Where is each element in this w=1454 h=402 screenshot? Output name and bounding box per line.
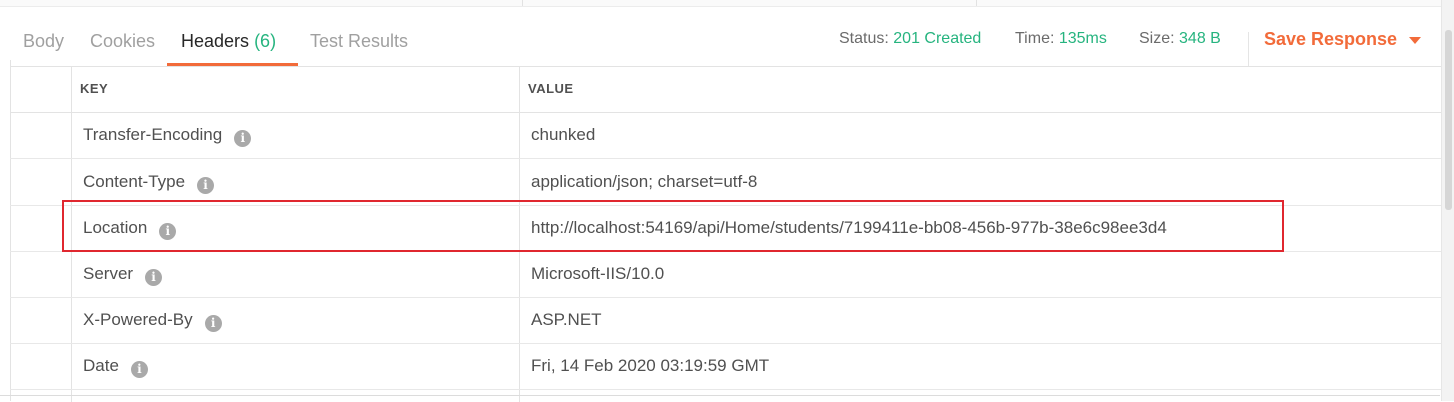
table-row: Location i http://localhost:54169/api/Hom… <box>10 205 1442 252</box>
size-readout: Size: 348 B <box>1139 26 1221 52</box>
column-header-value: VALUE <box>528 81 574 96</box>
header-key: Location i <box>83 205 177 251</box>
toolbar-divider <box>1248 32 1249 66</box>
table-row: Server i Microsoft-IIS/10.0 <box>10 251 1442 298</box>
status-readout: Status: 201 Created <box>839 26 981 52</box>
tab-headers[interactable]: Headers (6) <box>181 28 276 54</box>
response-tabs: Body Cookies Headers (6) Test Results St… <box>0 12 1454 66</box>
info-icon[interactable]: i <box>197 177 215 194</box>
tab-cookies[interactable]: Cookies <box>90 28 155 54</box>
header-value: http://localhost:54169/api/Home/students… <box>531 218 1167 237</box>
time-value[interactable]: 135ms <box>1059 30 1107 47</box>
bottom-divider <box>0 395 1440 396</box>
info-icon[interactable]: i <box>130 361 148 378</box>
header-value: Fri, 14 Feb 2020 03:19:59 GMT <box>531 356 770 375</box>
tab-body[interactable]: Body <box>23 28 64 54</box>
header-value: Microsoft-IIS/10.0 <box>531 264 665 283</box>
save-response-button[interactable]: Save Response <box>1264 24 1422 54</box>
save-response-label: Save Response <box>1264 29 1398 49</box>
table-row: Transfer-Encoding i chunked <box>10 112 1442 159</box>
table-row: X-Powered-By i ASP.NET <box>10 297 1442 344</box>
header-value: application/json; charset=utf-8 <box>531 172 758 191</box>
header-key: X-Powered-By i <box>83 297 222 343</box>
caret-down-icon[interactable] <box>1409 36 1422 44</box>
header-value: chunked <box>531 125 596 144</box>
scrollbar-thumb[interactable] <box>1445 30 1452 210</box>
table-row: Date i Fri, 14 Feb 2020 03:19:59 GMT <box>10 343 1442 390</box>
time-label: Time: <box>1015 30 1055 47</box>
header-key: Transfer-Encoding i <box>83 112 252 158</box>
table-header-row: KEY VALUE <box>10 67 1442 113</box>
info-icon[interactable]: i <box>234 130 252 147</box>
info-icon[interactable]: i <box>159 223 177 240</box>
size-value[interactable]: 348 B <box>1179 30 1221 47</box>
header-key: Date i <box>83 343 148 389</box>
size-label: Size: <box>1139 30 1175 47</box>
tab-headers-label: Headers <box>181 31 250 51</box>
header-value: ASP.NET <box>531 310 602 329</box>
time-readout: Time: 135ms <box>1015 26 1107 52</box>
header-key: Server i <box>83 251 163 297</box>
info-icon[interactable]: i <box>204 315 222 332</box>
headers-table: KEY VALUE Transfer-Encoding i chunked Con… <box>10 66 1442 402</box>
status-label: Status: <box>839 30 889 47</box>
column-header-key: KEY <box>80 81 109 96</box>
tab-test-results[interactable]: Test Results <box>310 28 408 54</box>
top-strip <box>0 0 1454 7</box>
header-key: Content-Type i <box>83 159 215 205</box>
info-icon[interactable]: i <box>145 269 163 286</box>
vertical-scrollbar[interactable] <box>1441 0 1454 401</box>
table-row: Content-Type i application/json; charset=… <box>10 159 1442 206</box>
status-value[interactable]: 201 Created <box>893 30 981 47</box>
tab-headers-count: (6) <box>254 31 277 51</box>
response-panel: Body Cookies Headers (6) Test Results St… <box>0 0 1454 402</box>
